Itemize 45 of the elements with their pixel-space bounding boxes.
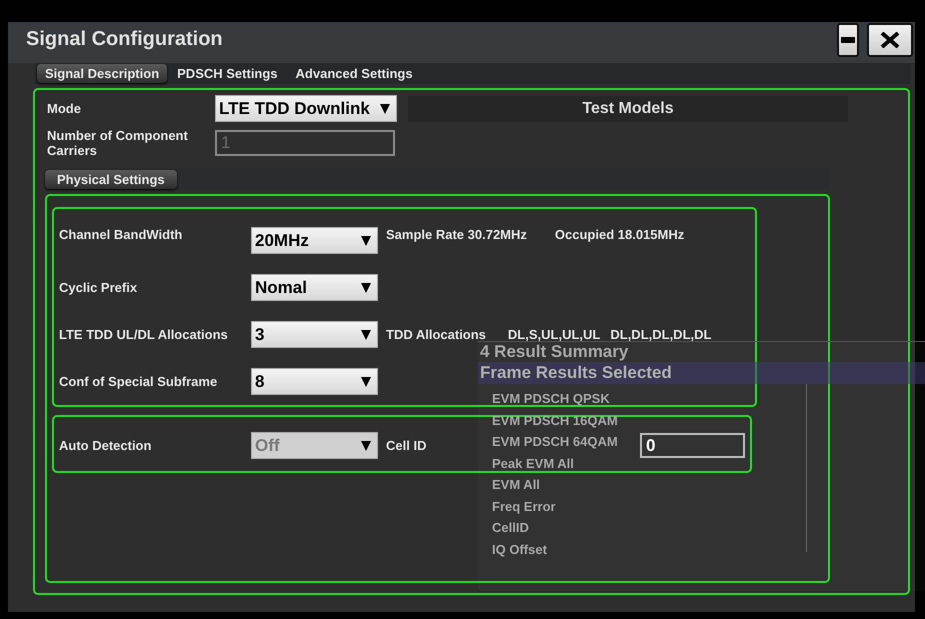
- field-label: Cell ID: [386, 438, 426, 453]
- dropdown[interactable]: 8: [251, 368, 378, 395]
- results-header: Frame Results Selected: [478, 362, 925, 384]
- dropdown[interactable]: 3: [251, 321, 378, 348]
- tab[interactable]: Advanced Settings: [288, 64, 421, 83]
- panel-title: 4 Result Summary: [479, 342, 630, 362]
- caret-icon: [361, 282, 371, 294]
- field-label: Number of Component Carriers: [47, 128, 189, 158]
- close-button[interactable]: [867, 23, 913, 57]
- field-label: Cyclic Prefix: [59, 280, 138, 295]
- tab[interactable]: Signal Description: [37, 64, 168, 83]
- result-item: Freq Error: [492, 498, 556, 516]
- section-tab[interactable]: Physical Settings: [45, 170, 177, 188]
- tab[interactable]: PDSCH Settings: [169, 64, 286, 83]
- caret-icon: [361, 234, 371, 246]
- cell-id-field[interactable]: 0: [640, 433, 745, 458]
- minimize-button[interactable]: [837, 23, 859, 57]
- result-item: EVM PDSCH 16QAM: [492, 412, 618, 430]
- field-label: Conf of Special Subframe: [59, 374, 218, 389]
- info-text: DL,DL,DL,DL,DL: [610, 327, 712, 342]
- caret-icon: [361, 328, 371, 340]
- dropdown[interactable]: Nomal: [251, 274, 378, 301]
- window-title: Signal Configuration: [25, 27, 223, 51]
- field-label: Mode: [47, 101, 82, 116]
- dropdown[interactable]: 20MHz: [251, 227, 378, 254]
- caret-icon: [361, 440, 371, 452]
- field-label: Auto Detection: [59, 438, 152, 453]
- section-header: Test Models: [408, 96, 848, 122]
- close-icon: [880, 32, 900, 48]
- info-text: Sample Rate 30.72MHz: [386, 227, 527, 242]
- result-item: IQ Offset: [492, 540, 547, 558]
- info-text: DL,S,UL,UL,UL: [508, 327, 600, 342]
- result-item: EVM PDSCH QPSK: [492, 390, 610, 408]
- result-item: EVM All: [492, 476, 540, 494]
- result-item: EVM PDSCH 64QAM: [492, 433, 618, 451]
- result-item: Peak EVM All: [492, 454, 574, 472]
- field-label: Channel BandWidth: [59, 227, 184, 242]
- result-item: CellID: [492, 519, 529, 537]
- mode-dropdown[interactable]: LTE TDD Downlink: [215, 95, 397, 122]
- caret-icon: [380, 102, 390, 114]
- minimize-icon: [841, 37, 855, 43]
- info-text: Occupied 18.015MHz: [554, 227, 684, 242]
- field-label: LTE TDD UL/DL Allocations: [59, 327, 229, 342]
- info-text: TDD Allocations: [386, 327, 486, 342]
- caret-icon: [361, 376, 371, 388]
